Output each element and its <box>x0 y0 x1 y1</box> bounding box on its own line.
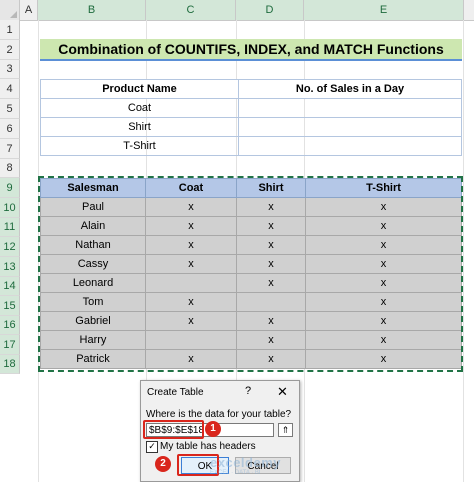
table-row: Patrick x x x <box>40 349 462 369</box>
coat-cell[interactable]: x <box>145 254 237 274</box>
row-header[interactable]: 9 <box>0 178 20 198</box>
collapse-dialog-icon[interactable]: ⇑ <box>278 423 293 437</box>
table-row: Cassy x x x <box>40 254 462 274</box>
salesman-cell[interactable]: Tom <box>40 292 146 312</box>
shirt-cell[interactable]: x <box>236 349 306 369</box>
gridline <box>463 20 464 482</box>
select-all-corner[interactable] <box>0 0 20 20</box>
tshirt-cell[interactable]: x <box>305 235 462 255</box>
sales-count-cell[interactable] <box>238 136 462 156</box>
shirt-cell[interactable]: x <box>236 216 306 236</box>
row-header[interactable]: 5 <box>0 99 20 119</box>
row-header[interactable]: 18 <box>0 355 20 374</box>
row-header[interactable]: 1 <box>0 20 20 40</box>
tshirt-cell[interactable]: x <box>305 311 462 331</box>
row-header[interactable]: 11 <box>0 218 20 237</box>
headers-checkbox[interactable]: ✓ <box>146 441 158 453</box>
summary-header-sales[interactable]: No. of Sales in a Day <box>238 79 462 99</box>
salesman-cell[interactable]: Patrick <box>40 349 146 369</box>
tshirt-cell[interactable]: x <box>305 292 462 312</box>
column-header-a[interactable]: A <box>20 0 38 20</box>
column-header-row: A B C D E <box>0 0 474 21</box>
sales-table: Salesman Coat Shirt T-Shirt Paul x x x A… <box>40 178 462 369</box>
row-header[interactable]: 8 <box>0 159 20 178</box>
product-cell[interactable]: Coat <box>40 98 239 118</box>
headers-checkbox-label[interactable]: My table has headers <box>160 441 256 452</box>
salesman-cell[interactable]: Gabriel <box>40 311 146 331</box>
row-header[interactable]: 7 <box>0 139 20 159</box>
gridline <box>38 20 39 482</box>
range-prompt-label: Where is the data for your table? <box>146 409 292 420</box>
ok-button[interactable]: OK <box>181 457 229 474</box>
shirt-cell[interactable]: x <box>236 273 306 293</box>
coat-cell[interactable]: x <box>145 311 237 331</box>
row-header[interactable]: 10 <box>0 198 20 218</box>
cancel-button[interactable]: Cancel <box>235 457 291 474</box>
coat-cell[interactable]: x <box>145 349 237 369</box>
salesman-cell[interactable]: Harry <box>40 330 146 350</box>
row-header[interactable]: 17 <box>0 335 20 355</box>
help-icon[interactable]: ? <box>245 385 251 397</box>
salesman-cell[interactable]: Leonard <box>40 273 146 293</box>
column-header-d[interactable]: D <box>236 0 304 20</box>
product-cell[interactable]: Shirt <box>40 117 239 137</box>
dialog-title: Create Table <box>147 387 204 398</box>
sales-header-coat[interactable]: Coat <box>145 178 237 198</box>
table-row: Paul x x x <box>40 197 462 217</box>
tshirt-cell[interactable]: x <box>305 197 462 217</box>
row-header[interactable]: 12 <box>0 237 20 257</box>
sales-count-cell[interactable] <box>238 98 462 118</box>
sales-header-shirt[interactable]: Shirt <box>236 178 306 198</box>
shirt-cell[interactable]: x <box>236 254 306 274</box>
coat-cell[interactable]: x <box>145 292 237 312</box>
coat-cell[interactable]: x <box>145 197 237 217</box>
row-header[interactable]: 13 <box>0 257 20 277</box>
step-badge-2: 2 <box>155 456 171 472</box>
sheet-title: Combination of COUNTIFS, INDEX, and MATC… <box>40 39 462 61</box>
row-header[interactable]: 6 <box>0 119 20 139</box>
shirt-cell[interactable]: x <box>236 330 306 350</box>
coat-cell[interactable] <box>145 330 237 350</box>
salesman-cell[interactable]: Cassy <box>40 254 146 274</box>
table-row: Tom x x <box>40 292 462 312</box>
row-header[interactable]: 2 <box>0 40 20 60</box>
column-header-e[interactable]: E <box>304 0 464 20</box>
coat-cell[interactable] <box>145 273 237 293</box>
table-row: Harry x x <box>40 330 462 350</box>
row-header[interactable]: 4 <box>0 79 20 99</box>
tshirt-cell[interactable]: x <box>305 254 462 274</box>
row-header[interactable]: 16 <box>0 316 20 335</box>
shirt-cell[interactable]: x <box>236 235 306 255</box>
coat-cell[interactable]: x <box>145 216 237 236</box>
sales-header-salesman[interactable]: Salesman <box>40 178 146 198</box>
product-cell[interactable]: T-Shirt <box>40 136 239 156</box>
shirt-cell[interactable]: x <box>236 311 306 331</box>
tshirt-cell[interactable]: x <box>305 216 462 236</box>
tshirt-cell[interactable]: x <box>305 273 462 293</box>
row-header[interactable]: 15 <box>0 296 20 316</box>
tshirt-cell[interactable]: x <box>305 349 462 369</box>
coat-cell[interactable]: x <box>145 235 237 255</box>
column-header-c[interactable]: C <box>146 0 236 20</box>
column-header-b[interactable]: B <box>38 0 146 20</box>
summary-table: Product Name No. of Sales in a Day Coat … <box>40 79 462 156</box>
sales-count-cell[interactable] <box>238 117 462 137</box>
close-icon[interactable]: ✕ <box>277 384 288 400</box>
summary-header-product[interactable]: Product Name <box>40 79 239 99</box>
table-row: Nathan x x x <box>40 235 462 255</box>
salesman-cell[interactable]: Alain <box>40 216 146 236</box>
tshirt-cell[interactable]: x <box>305 330 462 350</box>
table-row: Alain x x x <box>40 216 462 236</box>
shirt-cell[interactable] <box>236 292 306 312</box>
row-header[interactable]: 3 <box>0 60 20 79</box>
step-badge-1: 1 <box>205 421 221 437</box>
table-row: Leonard x x <box>40 273 462 293</box>
shirt-cell[interactable]: x <box>236 197 306 217</box>
salesman-cell[interactable]: Nathan <box>40 235 146 255</box>
row-header[interactable]: 14 <box>0 277 20 296</box>
sales-header-tshirt[interactable]: T-Shirt <box>305 178 462 198</box>
table-row: Gabriel x x x <box>40 311 462 331</box>
salesman-cell[interactable]: Paul <box>40 197 146 217</box>
